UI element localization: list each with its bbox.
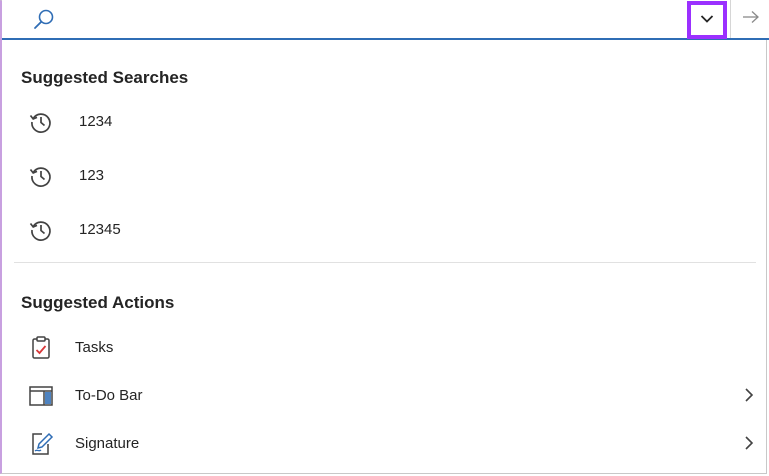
search-options-dropdown-button[interactable] [687,1,727,39]
action-item-signature[interactable]: Signature [2,423,767,463]
signature-pen-icon [28,431,54,457]
suggested-actions-heading: Suggested Actions [21,293,175,312]
action-item-todo-bar[interactable]: To-Do Bar [2,375,767,415]
search-go-button[interactable] [730,0,769,38]
recent-search-item[interactable]: 1234 [2,101,767,141]
recent-search-item[interactable]: 12345 [2,209,767,249]
arrow-right-icon [742,10,760,29]
action-label: To-Do Bar [75,387,143,404]
search-bar [2,0,769,40]
search-icon [32,8,56,32]
todo-bar-icon [28,383,54,409]
tasks-clipboard-icon [28,335,54,361]
history-icon [28,163,54,189]
suggested-searches-heading: Suggested Searches [21,68,189,87]
recent-search-item[interactable]: 123 [2,155,767,195]
chevron-right-icon [742,435,756,451]
chevron-down-icon [700,11,714,29]
history-icon [28,217,54,243]
action-label: Tasks [75,339,114,356]
recent-search-label: 12345 [79,221,121,238]
recent-search-label: 123 [79,167,105,184]
recent-search-label: 1234 [79,113,113,130]
chevron-right-icon [742,387,756,403]
search-input[interactable] [66,6,670,34]
history-icon [28,109,54,135]
action-label: Signature [75,435,140,452]
section-divider [14,262,756,263]
action-item-tasks[interactable]: Tasks [2,327,767,367]
